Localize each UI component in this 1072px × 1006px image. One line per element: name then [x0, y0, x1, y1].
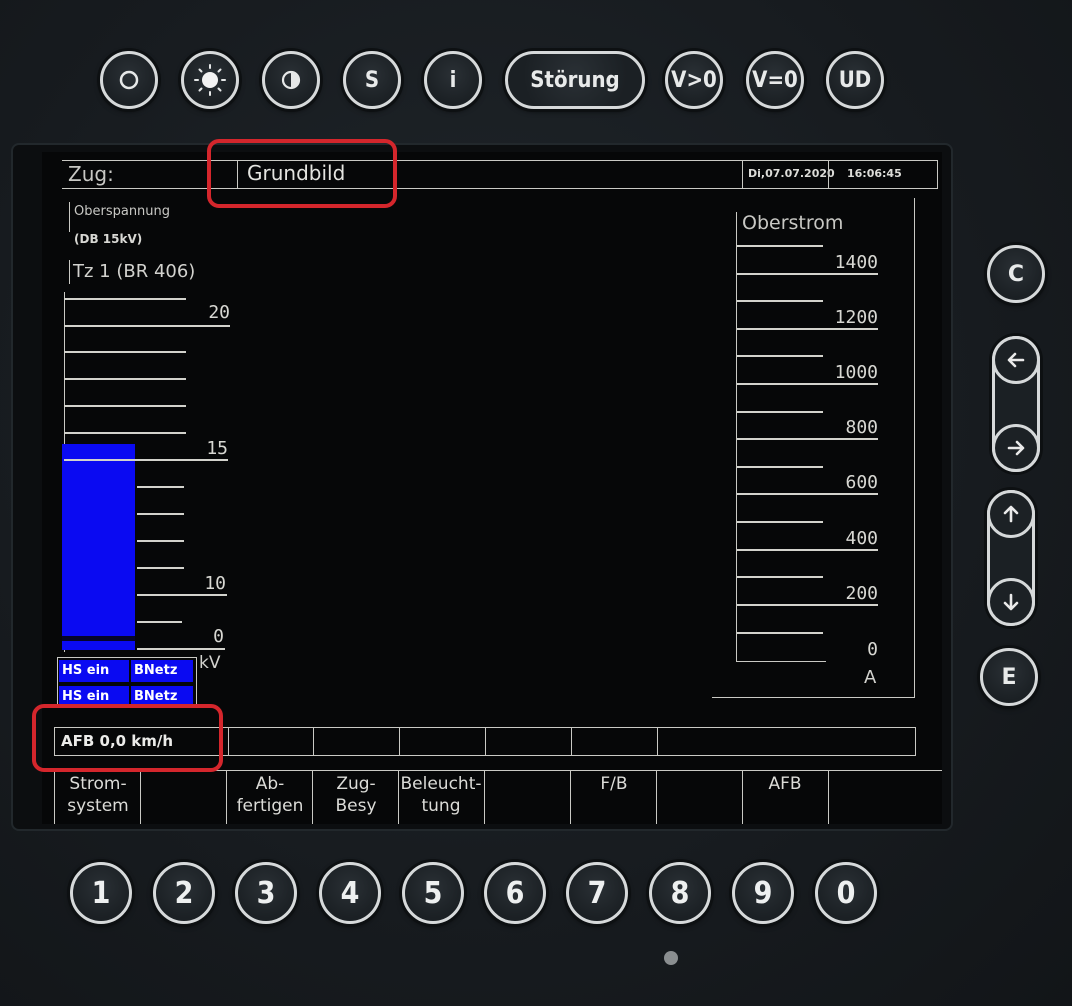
- softkey-1-label: Strom-system: [67, 774, 129, 816]
- right-button[interactable]: [992, 424, 1040, 472]
- number-button-4[interactable]: 4: [319, 862, 381, 924]
- down-button[interactable]: [987, 578, 1035, 626]
- current-scale-200: 200: [845, 583, 878, 604]
- brightness-button[interactable]: [181, 51, 239, 109]
- voltage-title: Oberspannung: [74, 204, 171, 219]
- arrow-right-icon: [1007, 440, 1025, 456]
- number-button-8[interactable]: 8: [649, 862, 711, 924]
- number-button-5[interactable]: 5: [402, 862, 464, 924]
- left-right-rocker[interactable]: [992, 336, 1040, 472]
- info-button[interactable]: i: [424, 51, 482, 109]
- contrast-button[interactable]: [262, 51, 320, 109]
- voltage-scale-10: 10: [204, 573, 226, 594]
- netz-status-2: BNetz: [131, 686, 193, 706]
- afb-highlight: [32, 704, 223, 772]
- v-greater-zero-button[interactable]: V>0: [665, 51, 723, 109]
- number-button-2[interactable]: 2: [153, 862, 215, 924]
- up-down-rocker[interactable]: [987, 490, 1035, 626]
- number-button-9[interactable]: 9: [732, 862, 794, 924]
- softkey-3-label: Ab-fertigen: [236, 774, 304, 816]
- v-equal-zero-button[interactable]: V=0: [746, 51, 804, 109]
- voltage-scale-0: 0: [213, 626, 224, 647]
- ud-button[interactable]: UD: [826, 51, 884, 109]
- arrow-up-icon: [1003, 505, 1019, 523]
- voltage-scale-15: 15: [206, 438, 228, 459]
- softkey-5-label: Beleucht-tung: [400, 774, 482, 816]
- current-scale-1400: 1400: [834, 252, 878, 273]
- left-button[interactable]: [992, 336, 1040, 384]
- c-button[interactable]: C: [987, 245, 1045, 303]
- zug-label: Zug:: [68, 162, 114, 186]
- s-button[interactable]: S: [343, 51, 401, 109]
- voltage-scale-20: 20: [208, 302, 230, 323]
- current-scale-400: 400: [845, 528, 878, 549]
- current-scale-800: 800: [845, 417, 878, 438]
- number-button-3[interactable]: 3: [235, 862, 297, 924]
- voltage-network: (DB 15kV): [74, 232, 143, 246]
- arrow-left-icon: [1007, 352, 1025, 368]
- current-unit: A: [864, 667, 877, 688]
- softkey-7-label: F/B: [600, 774, 628, 794]
- off-button[interactable]: [100, 51, 158, 109]
- number-button-1[interactable]: 1: [70, 862, 132, 924]
- voltage-bar: [62, 444, 135, 650]
- hs-status-1: HS ein: [59, 660, 129, 682]
- time-display: 16:06:45: [847, 167, 902, 180]
- netz-status-1: BNetz: [131, 660, 193, 682]
- number-button-0[interactable]: 0: [815, 862, 877, 924]
- voltage-unit: kV: [199, 653, 221, 673]
- sun-icon: [194, 64, 226, 96]
- softkey-9-label: AFB: [768, 774, 802, 794]
- e-button[interactable]: E: [980, 648, 1038, 706]
- softkey-4-label: Zug- Besy: [335, 774, 377, 816]
- current-scale-600: 600: [845, 472, 878, 493]
- title-highlight: [207, 139, 397, 208]
- number-button-6[interactable]: 6: [484, 862, 546, 924]
- arrow-down-icon: [1003, 593, 1019, 611]
- contrast-icon: [281, 70, 301, 90]
- circle-icon: [119, 70, 139, 90]
- light-sensor: [664, 951, 678, 965]
- up-button[interactable]: [987, 490, 1035, 538]
- number-button-7[interactable]: 7: [566, 862, 628, 924]
- current-scale-1200: 1200: [834, 307, 878, 328]
- date-display: Di,07.07.2020: [748, 167, 835, 180]
- train-unit-label: Tz 1 (BR 406): [73, 261, 196, 282]
- hs-status-2: HS ein: [59, 686, 129, 706]
- current-scale-0: 0: [867, 639, 878, 660]
- stoerung-button[interactable]: Störung: [505, 51, 645, 109]
- voltage-bar-marker: [62, 636, 135, 641]
- current-title: Oberstrom: [742, 212, 844, 234]
- current-scale-1000: 1000: [834, 362, 878, 383]
